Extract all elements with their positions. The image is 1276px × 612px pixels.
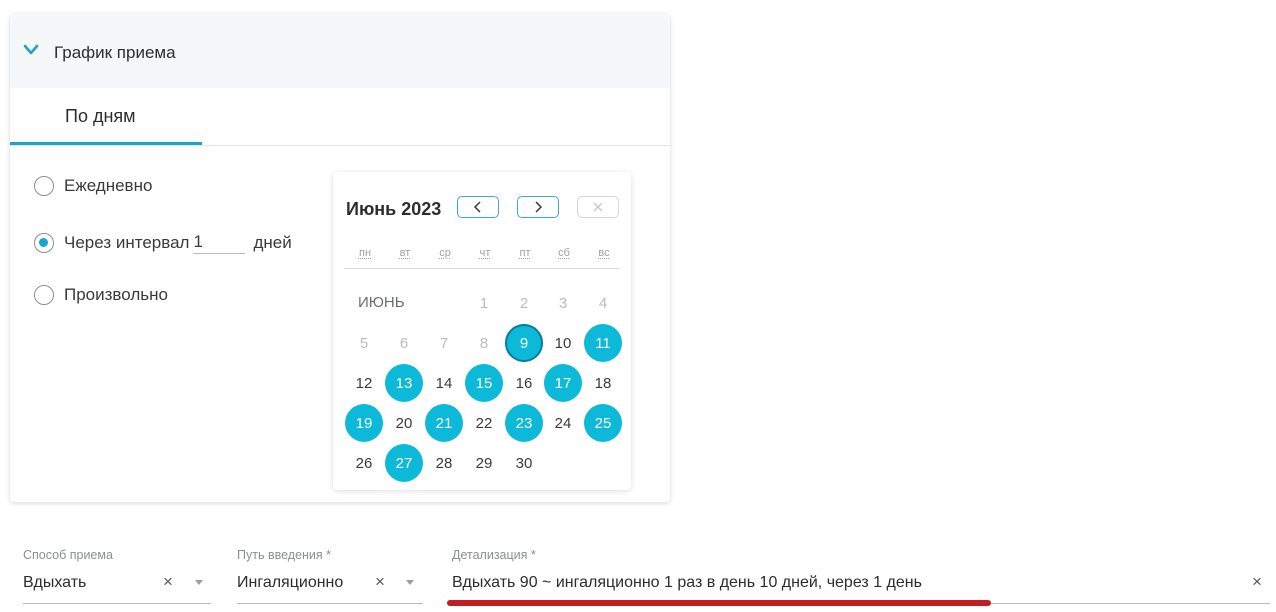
weekday-sat: сб — [558, 247, 570, 259]
schedule-header[interactable]: График приема — [10, 14, 670, 88]
radio-option-daily[interactable]: Ежедневно — [34, 176, 152, 196]
calendar-day-9[interactable]: 9 — [505, 324, 543, 362]
intake-method-value[interactable]: Вдыхать — [23, 574, 86, 592]
interval-unit-label: дней — [253, 233, 292, 252]
calendar-day-29[interactable]: 29 — [465, 444, 503, 482]
weekday-mon: пн — [358, 247, 372, 259]
interval-input[interactable] — [193, 232, 246, 254]
tabs-divider — [10, 145, 670, 146]
calendar-day-22[interactable]: 22 — [465, 404, 503, 442]
calendar-close-button[interactable] — [577, 196, 619, 218]
calendar-month-label: ИЮНЬ — [358, 294, 405, 311]
calendar-day-13[interactable]: 13 — [385, 364, 423, 402]
calendar-day-27[interactable]: 27 — [385, 444, 423, 482]
calendar-day-10[interactable]: 10 — [544, 324, 582, 362]
calendar-day-11[interactable]: 11 — [584, 324, 622, 362]
calendar-day-23[interactable]: 23 — [505, 404, 543, 442]
calendar-divider — [344, 268, 620, 269]
weekday-tue: вт — [399, 247, 411, 259]
calendar-day-7[interactable]: 7 — [425, 324, 463, 362]
route-value[interactable]: Ингаляционно — [237, 574, 343, 592]
calendar-day-8[interactable]: 8 — [465, 324, 503, 362]
calendar-day-28[interactable]: 28 — [425, 444, 463, 482]
highlight-underline — [447, 600, 991, 606]
calendar-title: Июнь 2023 — [346, 199, 442, 219]
detail-value[interactable]: Вдыхать 90 ~ ингаляционно 1 раз в день 1… — [452, 574, 922, 592]
calendar-day-17[interactable]: 17 — [544, 364, 582, 402]
detail-clear-icon[interactable]: × — [1252, 572, 1262, 592]
radio-interval[interactable] — [34, 233, 54, 253]
calendar-day-16[interactable]: 16 — [505, 364, 543, 402]
intake-method-label: Способ приема — [23, 548, 113, 562]
close-icon — [593, 202, 603, 212]
schedule-card: График приема По дням Ежедневно Через ин… — [10, 14, 670, 502]
radio-daily-label: Ежедневно — [64, 176, 153, 195]
next-month-button[interactable] — [517, 196, 559, 218]
tab-by-days-label: По дням — [65, 106, 136, 126]
calendar-popup: Июнь 2023 пн вт ср чт пт сб вс ИЮНЬ 1234… — [333, 172, 631, 490]
calendar-day-26[interactable]: 26 — [345, 444, 383, 482]
calendar-day-21[interactable]: 21 — [425, 404, 463, 442]
detail-label: Детализация * — [452, 548, 536, 562]
calendar-day-24[interactable]: 24 — [544, 404, 582, 442]
chevron-down-icon[interactable] — [23, 44, 39, 56]
route-clear-icon[interactable]: × — [375, 572, 385, 592]
calendar-day-20[interactable]: 20 — [385, 404, 423, 442]
calendar-day-4[interactable]: 4 — [584, 284, 622, 322]
weekday-thu: чт — [479, 247, 491, 259]
chevron-right-icon — [535, 201, 543, 213]
field-detail: Детализация * Вдыхать 90 ~ ингаляционно … — [452, 548, 1270, 604]
calendar-day-5[interactable]: 5 — [345, 324, 383, 362]
weekday-fri: пт — [519, 247, 531, 259]
calendar-day-12[interactable]: 12 — [345, 364, 383, 402]
intake-method-clear-icon[interactable]: × — [163, 572, 173, 592]
schedule-title: График приема — [54, 43, 176, 62]
weekday-wed: ср — [439, 247, 451, 259]
calendar-day-19[interactable]: 19 — [345, 404, 383, 442]
calendar-day-25[interactable]: 25 — [584, 404, 622, 442]
chevron-left-icon — [473, 201, 481, 213]
route-dropdown-icon[interactable] — [406, 580, 414, 585]
calendar-day-18[interactable]: 18 — [584, 364, 622, 402]
field-route: Путь введения * Ингаляционно × — [237, 548, 423, 604]
radio-option-custom[interactable]: Произвольно — [34, 285, 168, 305]
calendar-day-2[interactable]: 2 — [505, 284, 543, 322]
intake-method-underline — [23, 603, 211, 604]
calendar-day-1[interactable]: 1 — [465, 284, 503, 322]
radio-interval-label: Через интервал — [64, 233, 190, 252]
calendar-day-6[interactable]: 6 — [385, 324, 423, 362]
calendar-day-15[interactable]: 15 — [465, 364, 503, 402]
radio-daily[interactable] — [34, 176, 54, 196]
radio-option-interval[interactable]: Через интервал дней — [34, 232, 292, 254]
field-intake-method: Способ приема Вдыхать × — [23, 548, 211, 604]
radio-custom-label: Произвольно — [64, 285, 168, 304]
calendar-day-3[interactable]: 3 — [544, 284, 582, 322]
weekday-sun: вс — [598, 247, 610, 259]
calendar-day-14[interactable]: 14 — [425, 364, 463, 402]
route-label: Путь введения * — [237, 548, 332, 562]
route-underline — [237, 603, 423, 604]
radio-custom[interactable] — [34, 285, 54, 305]
intake-method-dropdown-icon[interactable] — [195, 580, 203, 585]
calendar-day-30[interactable]: 30 — [505, 444, 543, 482]
prev-month-button[interactable] — [457, 196, 499, 218]
